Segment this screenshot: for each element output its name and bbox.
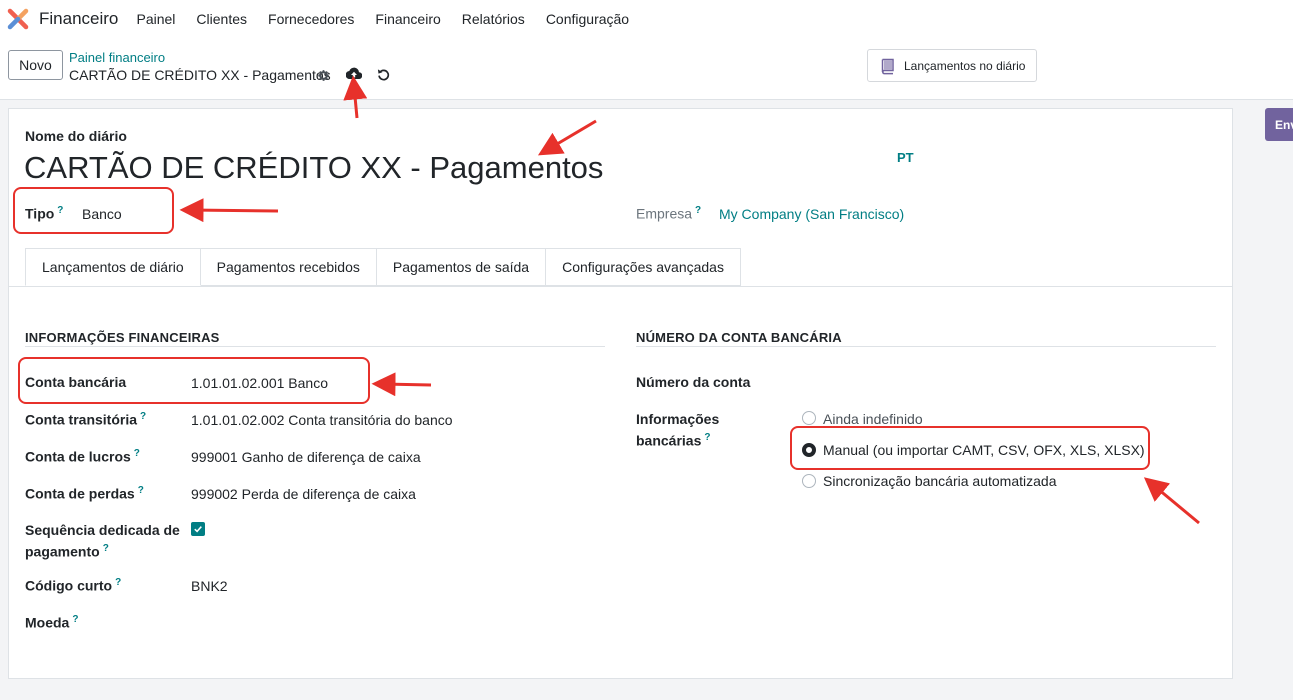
- profit-label-text: Conta de lucros: [25, 448, 131, 465]
- dedicated-sequence-checkbox[interactable]: [191, 522, 205, 536]
- help-icon[interactable]: ?: [103, 543, 109, 554]
- help-icon[interactable]: ?: [140, 411, 146, 422]
- undo-icon[interactable]: [375, 66, 391, 82]
- breadcrumb-parent[interactable]: Painel financeiro: [69, 50, 165, 65]
- help-icon[interactable]: ?: [115, 577, 121, 588]
- company-label-text: Empresa: [636, 205, 693, 222]
- odoo-logo-icon[interactable]: [7, 8, 29, 30]
- bank-account-number-title: NÚMERO DA CONTA BANCÁRIA: [636, 330, 842, 345]
- radio-automated-sync-label[interactable]: Sincronização bancária automatizada: [823, 473, 1056, 489]
- menu-item-fornecedores[interactable]: Fornecedores: [258, 11, 365, 27]
- short-code-field[interactable]: BNK2: [191, 578, 228, 594]
- help-icon[interactable]: ?: [134, 448, 140, 459]
- journal-entries-button[interactable]: Lançamentos no diário: [867, 49, 1037, 82]
- app-name[interactable]: Financeiro: [39, 9, 118, 29]
- loss-account-label: Conta de perdas?: [25, 485, 144, 502]
- profit-account-label: Conta de lucros?: [25, 448, 140, 465]
- journal-name-input[interactable]: CARTÃO DE CRÉDITO XX - Pagamentos: [24, 150, 603, 186]
- bank-info-label-text: bancárias: [636, 432, 702, 449]
- new-button[interactable]: Novo: [8, 50, 63, 80]
- financial-info-title: INFORMAÇÕES FINANCEIRAS: [25, 330, 220, 345]
- tab-incoming-payments[interactable]: Pagamentos recebidos: [200, 248, 377, 286]
- annotation-box-manual-option: [790, 426, 1150, 470]
- cloud-upload-icon[interactable]: [346, 65, 362, 81]
- menu-item-relatorios[interactable]: Relatórios: [451, 11, 535, 27]
- short-code-label: Código curto?: [25, 577, 121, 594]
- help-icon[interactable]: ?: [72, 614, 78, 625]
- checkmark-icon: [194, 526, 202, 533]
- help-icon[interactable]: ?: [695, 205, 701, 216]
- breadcrumb-current: CARTÃO DE CRÉDITO XX - Pagamentos: [69, 67, 331, 83]
- radio-automated-sync[interactable]: [802, 474, 816, 488]
- dedicated-sequence-label-line2: pagamento?: [25, 543, 109, 560]
- currency-label: Moeda?: [25, 614, 78, 631]
- annotation-box-bank-account: [18, 357, 370, 404]
- bank-account-number-divider: [636, 346, 1216, 347]
- tabs-divider: [9, 286, 1232, 287]
- loss-label-text: Conta de perdas: [25, 485, 135, 502]
- bank-info-label-line1: Informações: [636, 411, 720, 427]
- dedicated-sequence-label-text: pagamento: [25, 543, 100, 560]
- transit-account-label: Conta transitória?: [25, 411, 146, 428]
- notebook-tabs: Lançamentos de diário Pagamentos recebid…: [25, 248, 741, 286]
- book-icon: [881, 58, 894, 74]
- menu-item-clientes[interactable]: Clientes: [186, 11, 258, 27]
- menu-item-painel[interactable]: Painel: [126, 11, 186, 27]
- top-navbar: Financeiro Painel Clientes Fornecedores …: [0, 0, 1293, 38]
- send-button[interactable]: Env: [1265, 108, 1293, 141]
- company-field[interactable]: My Company (San Francisco): [719, 206, 904, 222]
- language-badge[interactable]: PT: [897, 150, 914, 165]
- company-label: Empresa?: [636, 205, 701, 222]
- transit-account-field[interactable]: 1.01.01.02.002 Conta transitória do banc…: [191, 412, 453, 428]
- tab-journal-entries[interactable]: Lançamentos de diário: [25, 248, 201, 286]
- gear-icon[interactable]: [315, 67, 331, 83]
- transit-label-text: Conta transitória: [25, 411, 138, 428]
- bank-info-label-line2: bancárias?: [636, 432, 710, 449]
- dedicated-sequence-label-line1: Sequência dedicada de: [25, 522, 180, 538]
- financial-info-divider: [25, 346, 605, 347]
- control-panel: Novo Painel financeiro CARTÃO DE CRÉDITO…: [0, 38, 1293, 100]
- annotation-box-type: [13, 187, 174, 234]
- help-icon[interactable]: ?: [704, 432, 710, 443]
- loss-account-field[interactable]: 999002 Perda de diferença de caixa: [191, 486, 416, 502]
- help-icon[interactable]: ?: [138, 485, 144, 496]
- currency-label-text: Moeda: [25, 614, 70, 631]
- main-menu: Painel Clientes Fornecedores Financeiro …: [126, 11, 640, 27]
- journal-name-label: Nome do diário: [25, 128, 127, 144]
- menu-item-configuracao[interactable]: Configuração: [535, 11, 639, 27]
- short-code-label-text: Código curto: [25, 577, 113, 594]
- radio-undefined-label[interactable]: Ainda indefinido: [823, 411, 923, 427]
- radio-undefined[interactable]: [802, 411, 816, 425]
- account-number-label: Número da conta: [636, 374, 751, 390]
- journal-entries-label: Lançamentos no diário: [904, 58, 1026, 73]
- menu-item-financeiro[interactable]: Financeiro: [365, 11, 451, 27]
- tab-advanced-settings[interactable]: Configurações avançadas: [546, 248, 741, 286]
- tab-outgoing-payments[interactable]: Pagamentos de saída: [376, 248, 547, 286]
- profit-account-field[interactable]: 999001 Ganho de diferença de caixa: [191, 449, 421, 465]
